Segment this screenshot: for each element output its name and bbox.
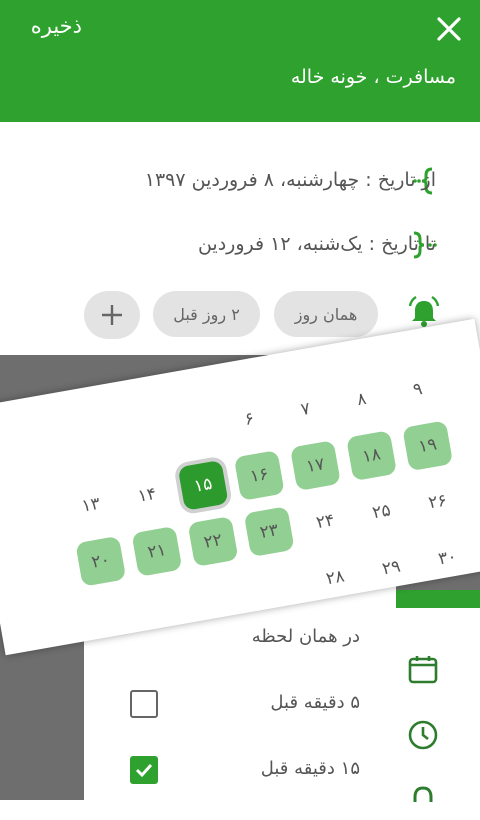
check-icon <box>135 763 153 778</box>
option-15-min[interactable]: ۱۵ دقیقه قبل <box>261 758 360 779</box>
alarm-icon-small[interactable] <box>406 784 440 818</box>
calendar-day[interactable]: ۱۵ <box>177 459 229 511</box>
calendar-day[interactable]: ۹ <box>392 364 443 415</box>
calendar-day[interactable]: ۲۶ <box>412 476 463 527</box>
calendar-day[interactable]: ۱۷ <box>289 440 341 492</box>
calendar-day[interactable]: ۲۵ <box>356 486 407 537</box>
calendar-day[interactable]: ۲۸ <box>310 552 361 603</box>
calendar-day[interactable]: ۱۴ <box>122 470 173 521</box>
side-panel-header <box>396 590 480 608</box>
calendar-day[interactable]: ۱۹ <box>402 420 454 472</box>
calendar-day[interactable]: ۲۴ <box>300 496 351 547</box>
close-icon[interactable] <box>432 12 466 46</box>
calendar-day[interactable]: ۱۶ <box>233 449 285 501</box>
calendar-day[interactable]: ۲۱ <box>131 525 183 577</box>
calendar-icon[interactable] <box>406 652 440 686</box>
clock-icon[interactable] <box>406 718 440 752</box>
add-reminder-button[interactable] <box>84 291 140 339</box>
app-header: ذخیره مسافرت ، خونه خاله <box>0 0 480 122</box>
calendar-day[interactable]: ۱۸ <box>346 430 398 482</box>
checkbox-15-min[interactable] <box>130 756 158 784</box>
option-5-min[interactable]: ۵ دقیقه قبل <box>270 692 360 713</box>
end-date-field[interactable]: تا تاریخ : یک‌شنبه، ۱۲ فروردین <box>198 233 436 255</box>
event-title: مسافرت ، خونه خاله <box>290 66 456 88</box>
calendar-day[interactable]: ۲۲ <box>187 516 239 567</box>
calendar-day[interactable]: ۸ <box>336 374 387 425</box>
start-date-field[interactable]: از تاریخ : چهارشنبه، ۸ فروردین ۱۳۹۷ <box>145 169 436 191</box>
calendar-day[interactable]: ۱۳ <box>65 480 116 531</box>
chip-two-days-before[interactable]: ۲ روز قبل <box>153 291 260 337</box>
checkbox-5-min[interactable] <box>130 690 158 718</box>
calendar-day[interactable]: ۳۰ <box>422 533 473 584</box>
save-button[interactable]: ذخیره <box>31 14 82 38</box>
calendar-day[interactable]: ۷ <box>280 384 331 435</box>
side-panel <box>396 590 480 800</box>
chip-same-day[interactable]: همان روز <box>274 291 378 337</box>
calendar-day[interactable]: ۲۰ <box>75 535 127 587</box>
calendar-day[interactable]: ۲۹ <box>366 542 417 593</box>
plus-icon <box>102 305 122 325</box>
option-at-moment[interactable]: در همان لحظه <box>252 626 360 647</box>
calendar-day[interactable]: ۲۳ <box>243 506 295 558</box>
calendar-day[interactable]: ۶ <box>224 394 275 445</box>
